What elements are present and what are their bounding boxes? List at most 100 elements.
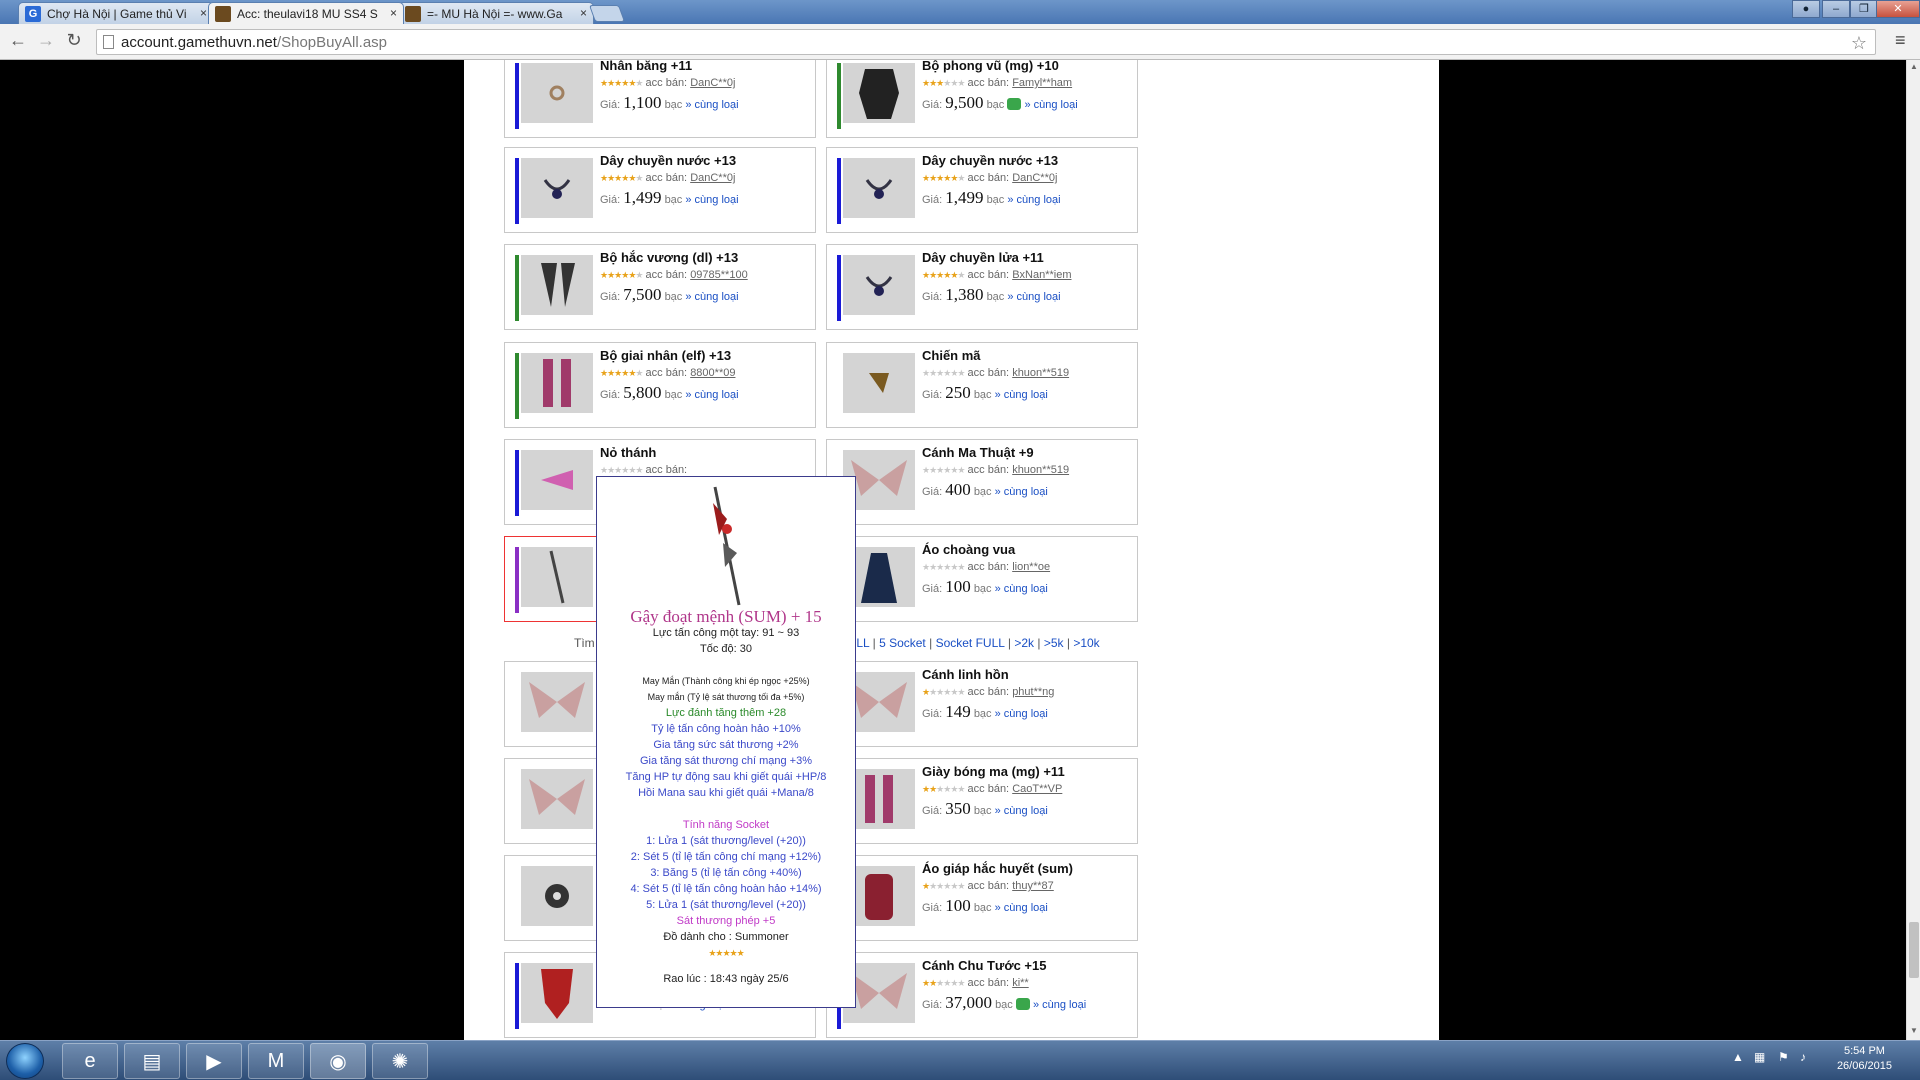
address-bar[interactable]: account.gamethuvn.net/ShopBuyAll.asp ☆ [96, 29, 1876, 55]
rating-stars: ★★★★★★ [922, 978, 965, 988]
browser-tab-3[interactable]: =- MU Hà Nội =- www.Ga × [398, 2, 594, 24]
item-thumbnail[interactable] [521, 63, 593, 123]
item-thumbnail[interactable] [843, 158, 915, 218]
seller-link[interactable]: DanC**0j [690, 172, 735, 184]
browser-tab-2[interactable]: Acc: theulavi18 MU SS4 S × [208, 2, 404, 24]
seller-link[interactable]: DanC**0j [690, 77, 735, 89]
filter-5k-link[interactable]: >5k [1044, 636, 1064, 650]
item-thumbnail[interactable] [521, 353, 593, 413]
filter-2k-link[interactable]: >2k [1014, 636, 1034, 650]
mu-launcher-icon[interactable]: ✺ [372, 1043, 428, 1079]
same-type-link[interactable]: » cùng loại [685, 389, 738, 401]
shop-item-card[interactable]: Dây chuyền lửa +11 ★★★★★★ acc bán: BxNan*… [826, 244, 1138, 330]
shop-item-card[interactable]: Bộ hắc vương (dl) +13 ★★★★★★ acc bán: 097… [504, 244, 816, 330]
shop-item-card[interactable]: Cánh Chu Tước +15 ★★★★★★ acc bán: ki** Giá… [826, 952, 1138, 1038]
filter-socketfull-link[interactable]: Socket FULL [936, 636, 1005, 650]
tab-close-icon[interactable]: × [390, 6, 397, 20]
shop-item-card[interactable]: Áo choàng vua ★★★★★★ acc bán: lion**oe Giá… [826, 536, 1138, 622]
chat-icon[interactable] [1007, 98, 1022, 110]
restore-button[interactable]: ❐ [1850, 0, 1878, 18]
seller-link[interactable]: lion**oe [1012, 561, 1050, 573]
bookmark-star-icon[interactable]: ☆ [1851, 33, 1867, 54]
same-type-link[interactable]: » cùng loại [1024, 99, 1077, 111]
seller-link[interactable]: khuon**519 [1012, 464, 1069, 476]
browser-tab-1[interactable]: G Chợ Hà Nội | Game thủ Vi × [18, 2, 214, 24]
same-type-link[interactable]: » cùng loại [995, 708, 1048, 720]
volume-icon[interactable]: ♪ [1800, 1050, 1806, 1064]
shop-item-card[interactable]: Dây chuyền nước +13 ★★★★★★ acc bán: DanC*… [504, 147, 816, 233]
item-thumbnail[interactable] [843, 353, 915, 413]
network-icon[interactable]: ▦ [1754, 1050, 1765, 1064]
filter-10k-link[interactable]: >10k [1073, 636, 1099, 650]
same-type-link[interactable]: » cùng loại [1007, 291, 1060, 303]
shop-item-card[interactable]: Cánh linh hồn ★★★★★★ acc bán: phut**ng Giá… [826, 661, 1138, 747]
ie-icon[interactable]: e [62, 1043, 118, 1079]
same-type-link[interactable]: » cùng loại [995, 583, 1048, 595]
chat-icon[interactable] [1015, 998, 1030, 1010]
same-type-link[interactable]: » cùng loại [995, 389, 1048, 401]
forward-arrow-icon[interactable]: → [34, 30, 58, 51]
same-type-link[interactable]: » cùng loại [1007, 194, 1060, 206]
back-arrow-icon[interactable]: ← [6, 30, 30, 51]
mu-game-icon[interactable]: M [248, 1043, 304, 1079]
explorer-icon[interactable]: ▤ [124, 1043, 180, 1079]
same-type-link[interactable]: » cùng loại [685, 99, 738, 111]
seller-link[interactable]: BxNan**iem [1012, 269, 1071, 281]
window-close-button[interactable]: ✕ [1876, 0, 1920, 18]
reload-icon[interactable]: ↻ [62, 30, 86, 51]
item-thumbnail[interactable] [521, 866, 593, 926]
currency-label: bạc [664, 291, 683, 303]
media-player-icon[interactable]: ▶ [186, 1043, 242, 1079]
shop-item-card[interactable]: Chiến mã ★★★★★★ acc bán: khuon**519 Giá: 2… [826, 342, 1138, 428]
shop-item-card[interactable]: Nhẫn băng +11 ★★★★★★ acc bán: DanC**0j Giá… [504, 60, 816, 138]
scrollbar-thumb[interactable] [1909, 922, 1919, 978]
shop-item-card[interactable]: Giày bóng ma (mg) +11 ★★★★★★ acc bán: Cao… [826, 758, 1138, 844]
scroll-down-icon[interactable]: ▼ [1910, 1026, 1918, 1035]
vertical-scrollbar[interactable]: ▲ ▼ [1906, 60, 1920, 1040]
shop-item-card[interactable]: Bộ giai nhân (elf) +13 ★★★★★★ acc bán: 88… [504, 342, 816, 428]
same-type-link[interactable]: » cùng loại [995, 805, 1048, 817]
seller-link[interactable]: Famyl**ham [1012, 77, 1072, 89]
seller-link[interactable]: CaoT**VP [1012, 783, 1062, 795]
seller-link[interactable]: khuon**519 [1012, 367, 1069, 379]
shop-item-card[interactable]: Bộ phong vũ (mg) +10 ★★★★★★ acc bán: Famy… [826, 60, 1138, 138]
same-type-link[interactable]: » cùng loại [685, 291, 738, 303]
seller-link[interactable]: 09785**100 [690, 269, 748, 281]
same-type-link[interactable]: » cùng loại [995, 902, 1048, 914]
chrome-menu-icon[interactable]: ≡ [1895, 30, 1906, 51]
same-type-link[interactable]: » cùng loại [1033, 999, 1086, 1011]
item-thumbnail[interactable] [521, 963, 593, 1023]
shop-item-card[interactable]: Cánh Ma Thuật +9 ★★★★★★ acc bán: khuon**5… [826, 439, 1138, 525]
filter-5socket-link[interactable]: 5 Socket [879, 636, 926, 650]
seller-link[interactable]: thuy**87 [1012, 880, 1054, 892]
item-thumbnail[interactable] [521, 672, 593, 732]
item-thumbnail[interactable] [521, 255, 593, 315]
shop-item-card[interactable]: Dây chuyền nước +13 ★★★★★★ acc bán: DanC*… [826, 147, 1138, 233]
item-thumbnail[interactable] [843, 255, 915, 315]
item-thumbnail[interactable] [521, 158, 593, 218]
tab-close-icon[interactable]: × [200, 6, 207, 20]
start-button[interactable] [6, 1043, 44, 1079]
tooltip-stars: ★★★★★ [708, 948, 744, 958]
scroll-up-icon[interactable]: ▲ [1910, 62, 1918, 71]
seller-link[interactable]: phut**ng [1012, 686, 1054, 698]
item-thumbnail[interactable] [521, 547, 593, 607]
price-prefix: Giá: [600, 194, 621, 206]
same-type-link[interactable]: » cùng loại [685, 194, 738, 206]
tab-close-icon[interactable]: × [580, 6, 587, 20]
seller-link[interactable]: 8800**09 [690, 367, 735, 379]
item-thumbnail[interactable] [521, 450, 593, 510]
same-type-link[interactable]: » cùng loại [995, 486, 1048, 498]
new-tab-button[interactable] [588, 5, 626, 22]
seller-link[interactable]: DanC**0j [1012, 172, 1057, 184]
flag-icon[interactable]: ⚑ [1778, 1050, 1789, 1064]
clock[interactable]: 5:54 PM 26/06/2015 [1837, 1044, 1892, 1074]
chrome-icon[interactable]: ◉ [310, 1043, 366, 1079]
tray-expand-icon[interactable]: ▲ [1732, 1050, 1744, 1064]
item-thumbnail[interactable] [843, 63, 915, 123]
item-thumbnail[interactable] [521, 769, 593, 829]
seller-link[interactable]: ki** [1012, 977, 1029, 989]
user-icon[interactable]: ● [1792, 0, 1820, 18]
minimize-button[interactable]: – [1822, 0, 1850, 18]
shop-item-card[interactable]: Áo giáp hắc huyết (sum) ★★★★★★ acc bán: t… [826, 855, 1138, 941]
